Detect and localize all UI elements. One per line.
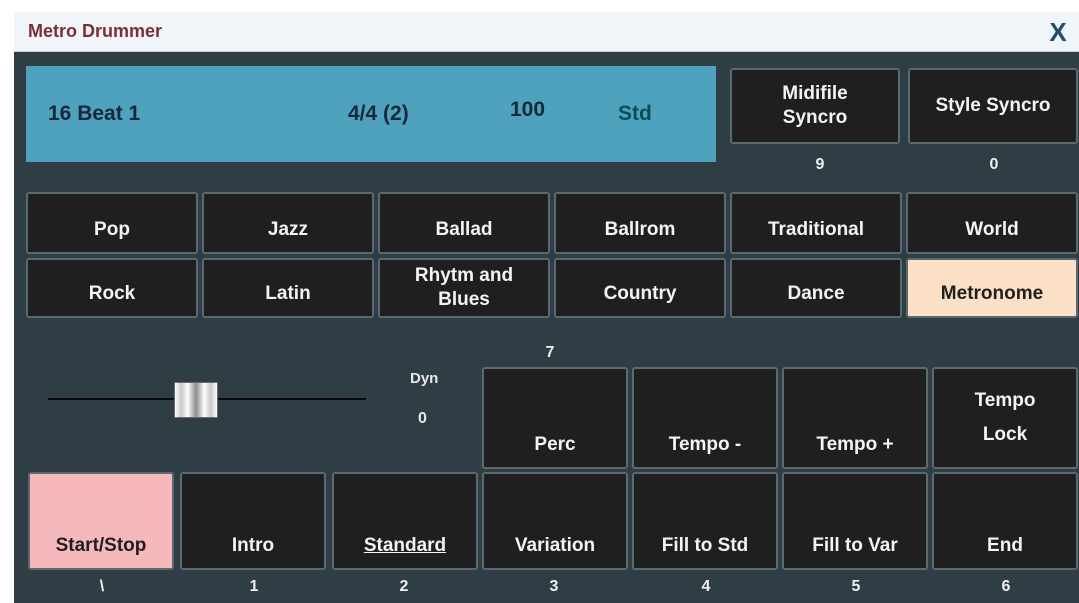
fill-to-var-button[interactable]: Fill to Var [782, 472, 928, 570]
fill-to-std-label: Fill to Std [661, 535, 749, 556]
genre-rhythm-blues-line1: Rhytm and [414, 265, 514, 286]
tempo-plus-label: Tempo + [816, 434, 894, 455]
genre-pop-label: Pop [94, 219, 130, 240]
genre-rhythm-blues-button[interactable]: Rhytm and Blues [378, 258, 550, 318]
standard-button[interactable]: Standard [332, 472, 478, 570]
fill-to-var-label: Fill to Var [812, 535, 898, 556]
genre-rhythm-blues-line2: Blues [438, 289, 490, 310]
genre-rock-button[interactable]: Rock [26, 258, 198, 318]
time-signature: 4/4 (2) [348, 102, 409, 125]
variation-label: Variation [514, 535, 596, 556]
start-stop-key: \ [99, 578, 105, 595]
genre-metronome-button[interactable]: Metronome [906, 258, 1078, 318]
dynamics-label: Dyn [410, 370, 439, 387]
genre-ballrom-label: Ballrom [604, 219, 676, 240]
start-stop-button[interactable]: Start/Stop [28, 472, 174, 570]
tempo-value: 100 [510, 98, 546, 121]
style-syncro-key: 0 [989, 156, 999, 173]
standard-label: Standard [363, 535, 447, 556]
midifile-syncro-line2: Syncro [782, 107, 848, 128]
genre-jazz-button[interactable]: Jazz [202, 192, 374, 254]
genre-rock-label: Rock [88, 283, 136, 304]
genre-world-button[interactable]: World [906, 192, 1078, 254]
mode-label: Std [618, 102, 652, 125]
genre-traditional-button[interactable]: Traditional [730, 192, 902, 254]
style-syncro-label: Style Syncro [935, 95, 1051, 116]
genre-ballad-button[interactable]: Ballad [378, 192, 550, 254]
genre-world-label: World [965, 219, 1019, 240]
genre-latin-button[interactable]: Latin [202, 258, 374, 318]
genre-country-label: Country [603, 283, 677, 304]
genre-traditional-label: Traditional [767, 219, 865, 240]
genre-latin-label: Latin [265, 283, 311, 304]
end-button[interactable]: End [932, 472, 1078, 570]
tempo-lock-line1: Tempo [974, 390, 1036, 411]
dynamics-slider-thumb[interactable] [174, 382, 219, 418]
perc-button[interactable]: Perc [482, 367, 628, 469]
genre-jazz-label: Jazz [267, 219, 309, 240]
metro-drummer-window: Metro Drummer X 16 Beat 1 4/4 (2) 100 St… [14, 12, 1079, 603]
end-label: End [987, 535, 1023, 556]
variation-key: 3 [549, 578, 559, 595]
perc-label: Perc [534, 434, 576, 455]
start-stop-label: Start/Stop [55, 535, 147, 556]
genre-metronome-label: Metronome [940, 283, 1044, 304]
intro-button[interactable]: Intro [180, 472, 326, 570]
genre-country-button[interactable]: Country [554, 258, 726, 318]
fill-to-var-key: 5 [851, 578, 861, 595]
style-syncro-button[interactable]: Style Syncro [908, 68, 1078, 144]
genre-pop-button[interactable]: Pop [26, 192, 198, 254]
midifile-syncro-button[interactable]: Midifile Syncro [730, 68, 900, 144]
tempo-plus-button[interactable]: Tempo + [782, 367, 928, 469]
variation-button[interactable]: Variation [482, 472, 628, 570]
title-bar: Metro Drummer X [14, 12, 1079, 52]
genre-ballad-label: Ballad [435, 219, 493, 240]
status-display: 16 Beat 1 4/4 (2) 100 Std [26, 66, 716, 162]
tempo-lock-button[interactable]: Tempo Lock [932, 367, 1078, 469]
perc-key: 7 [545, 344, 555, 361]
intro-key: 1 [249, 578, 259, 595]
style-name: 16 Beat 1 [48, 102, 141, 125]
standard-key: 2 [399, 578, 409, 595]
fill-to-std-key: 4 [701, 578, 711, 595]
window-title: Metro Drummer [28, 21, 163, 41]
genre-ballrom-button[interactable]: Ballrom [554, 192, 726, 254]
genre-dance-label: Dance [787, 283, 845, 304]
intro-label: Intro [231, 535, 275, 556]
fill-to-std-button[interactable]: Fill to Std [632, 472, 778, 570]
tempo-lock-line2: Lock [982, 424, 1028, 445]
genre-dance-button[interactable]: Dance [730, 258, 902, 318]
dynamics-value: 0 [418, 410, 427, 427]
end-key: 6 [1001, 578, 1011, 595]
close-button[interactable]: X [1043, 16, 1073, 48]
tempo-minus-button[interactable]: Tempo - [632, 367, 778, 469]
tempo-minus-label: Tempo - [668, 434, 742, 455]
midifile-syncro-key: 9 [815, 156, 825, 173]
midifile-syncro-line1: Midifile [782, 83, 848, 104]
